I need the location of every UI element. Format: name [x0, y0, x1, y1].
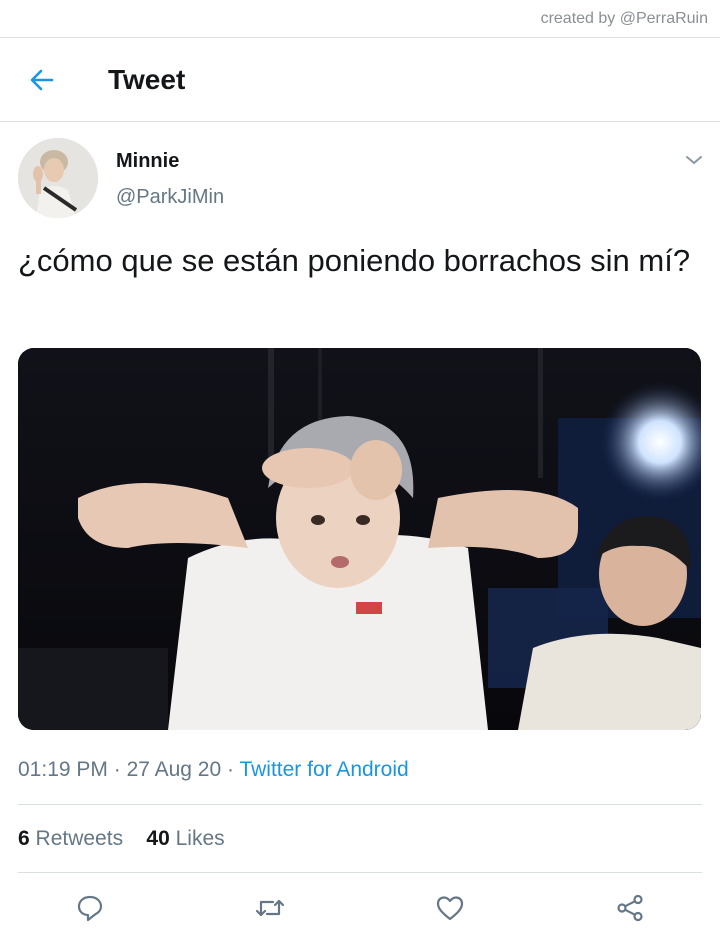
reply-icon [77, 895, 103, 922]
chevron-down-icon [686, 156, 702, 164]
watermark-bar: created by @PerraRuin [0, 0, 720, 38]
likes-stat[interactable]: 40 Likes [146, 827, 224, 850]
tweet-source-link[interactable]: Twitter for Android [239, 758, 408, 781]
retweets-count: 6 [18, 827, 30, 850]
retweets-stat[interactable]: 6 Retweets [18, 827, 123, 850]
avatar-image [18, 138, 98, 218]
tweet-text: ¿cómo que se están poniendo borrachos si… [18, 243, 691, 278]
likes-label: Likes [175, 827, 225, 850]
like-button[interactable] [428, 886, 472, 930]
divider [18, 804, 702, 805]
watermark-text: created by @PerraRuin [540, 10, 708, 27]
tweet-stats: 6 Retweets 40 Likes [18, 827, 225, 851]
meta-separator: · [107, 758, 127, 781]
more-options-button[interactable] [680, 148, 708, 172]
back-button[interactable] [20, 58, 64, 102]
top-app-bar: Tweet [0, 38, 720, 122]
avatar[interactable] [18, 138, 98, 218]
author-display-name[interactable]: Minnie [116, 150, 179, 173]
media-photo [18, 348, 701, 730]
retweets-label: Retweets [35, 827, 124, 850]
tweet-meta: 01:19 PM · 27 Aug 20 · Twitter for Andro… [18, 758, 409, 782]
tweet-time: 01:19 PM [18, 758, 108, 781]
divider [18, 872, 702, 873]
share-button[interactable] [608, 886, 652, 930]
retweet-button[interactable] [248, 886, 292, 930]
author-handle[interactable]: @ParkJiMin [116, 186, 224, 209]
page-title: Tweet [108, 64, 186, 95]
heart-icon [436, 896, 464, 921]
meta-separator: · [221, 758, 240, 781]
arrow-left-icon [30, 69, 54, 91]
retweet-icon [255, 899, 285, 917]
likes-count: 40 [146, 827, 170, 850]
tweet-media-image[interactable] [18, 348, 701, 730]
tweet-action-bar [0, 880, 720, 936]
share-icon [617, 894, 643, 922]
reply-button[interactable] [68, 886, 112, 930]
tweet-date: 27 Aug 20 [126, 758, 222, 781]
